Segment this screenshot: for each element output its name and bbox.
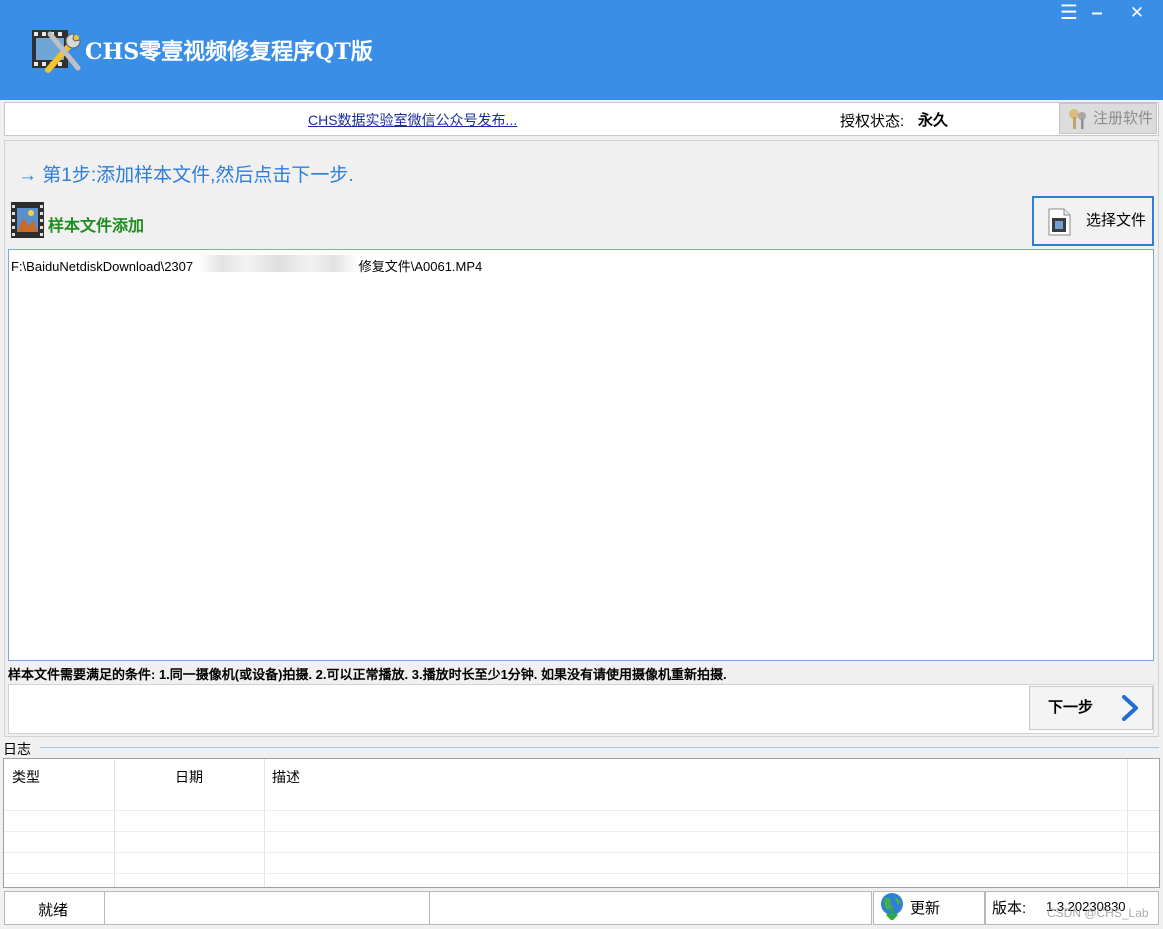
next-step-button[interactable]: 下一步: [1029, 686, 1153, 730]
choose-file-label: 选择文件: [1086, 212, 1147, 229]
log-row-line: [4, 831, 1159, 832]
log-column-separator: [114, 759, 115, 887]
choose-file-button[interactable]: 选择文件: [1032, 196, 1154, 246]
close-button[interactable]: ✕: [1124, 2, 1150, 26]
sample-conditions-note: 样本文件需要满足的条件: 1.同一摄像机(或设备)拍摄. 2.可以正常播放. 3…: [8, 667, 727, 682]
arrow-right-icon: →: [18, 165, 37, 186]
status-cell: [429, 891, 872, 925]
sample-section-title: 样本文件添加: [48, 218, 145, 235]
status-cell: [104, 891, 430, 925]
step-instruction: → 第1步:添加样本文件,然后点击下一步.: [18, 160, 354, 187]
log-row-line: [4, 873, 1159, 874]
watermark: CSDN @CHS_Lab: [1047, 906, 1149, 920]
globe-icon[interactable]: [879, 892, 905, 920]
file-path-suffix: \待修复文件\A0061.MP4: [342, 259, 483, 274]
log-row-line: [4, 852, 1159, 853]
minimize-button[interactable]: –: [1086, 2, 1108, 26]
announcement-link[interactable]: CHS数据实验室微信公众号发布...: [308, 110, 517, 130]
video-repair-tools-icon: [32, 30, 81, 73]
step-instruction-text: 第1步:添加样本文件,然后点击下一步.: [42, 165, 354, 186]
log-column-date[interactable]: 日期: [175, 767, 203, 787]
redaction-blur: [198, 255, 358, 272]
sample-file-list[interactable]: [8, 249, 1154, 661]
log-column-separator: [1127, 759, 1128, 887]
auth-status-value: 永久: [918, 112, 949, 129]
update-label[interactable]: 更新: [910, 897, 940, 918]
log-column-type[interactable]: 类型: [12, 767, 40, 787]
info-bar: [4, 102, 1159, 136]
app-title: CHS零壹视频修复程序QT版: [85, 39, 373, 65]
register-software-button[interactable]: 注册软件: [1059, 103, 1157, 134]
version-label: 版本:: [992, 900, 1027, 917]
log-column-separator: [264, 759, 265, 887]
menu-icon[interactable]: ☰: [1056, 2, 1082, 26]
register-software-label: 注册软件: [1093, 110, 1154, 127]
chevron-right-icon: [1122, 695, 1138, 721]
log-label: 日志: [3, 741, 31, 757]
log-column-description[interactable]: 描述: [272, 767, 300, 787]
video-file-icon: [1048, 208, 1071, 236]
next-step-label: 下一步: [1048, 699, 1094, 716]
log-row-line: [4, 810, 1159, 811]
file-path-prefix: F:\BaiduNetdiskDownload\2307: [11, 259, 194, 274]
keys-icon: [1069, 109, 1086, 129]
film-strip-icon: [11, 202, 44, 238]
status-text: 就绪: [38, 902, 69, 919]
auth-status-label: 授权状态:: [840, 113, 905, 130]
next-step-area: [8, 684, 1154, 734]
log-divider: [40, 747, 1159, 748]
